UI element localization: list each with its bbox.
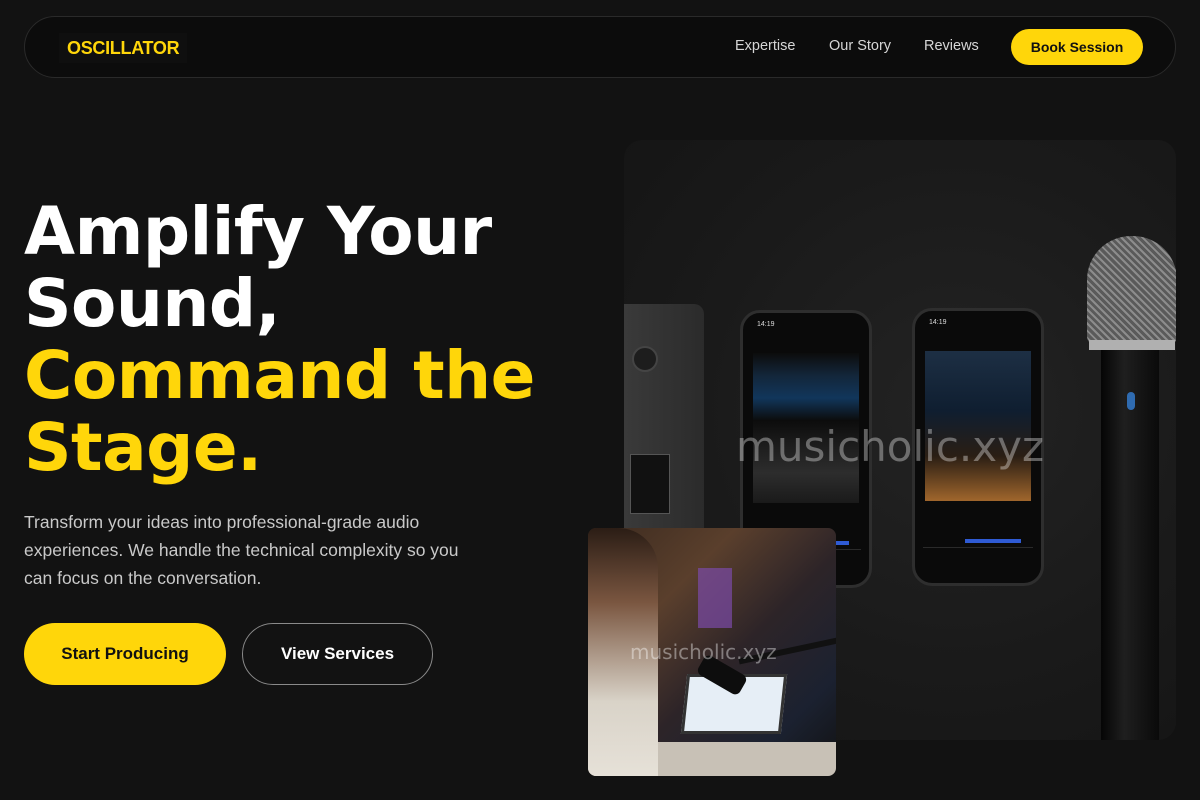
podcaster (588, 528, 658, 776)
book-session-button[interactable]: Book Session (1011, 29, 1143, 65)
microphone-switch (1127, 392, 1135, 410)
background-poster (698, 568, 732, 628)
nav-link-expertise[interactable]: Expertise (735, 38, 795, 54)
microphone (1087, 236, 1176, 740)
phone-right: 14:19 (912, 308, 1044, 586)
phone-status-time: 14:19 (929, 319, 947, 326)
phone-timeline-bar (965, 539, 1021, 543)
hero-headline: Amplify Your Sound, Command the Stage. (24, 196, 584, 484)
nav-link-reviews[interactable]: Reviews (924, 38, 979, 54)
microphone-ring (1089, 340, 1175, 350)
phone-video-preview (753, 353, 859, 503)
microphone-grille (1087, 236, 1176, 346)
nav-link-our-story[interactable]: Our Story (829, 38, 891, 54)
phone-status-time: 14:19 (757, 321, 775, 328)
recorder-knob (632, 346, 658, 372)
mic-arm (738, 637, 836, 665)
headline-line-2: Sound, (24, 265, 281, 342)
recorder-screen (630, 454, 670, 514)
headline-line-4: Stage. (24, 409, 262, 486)
headline-line-3: Command the (24, 337, 535, 414)
hero-description: Transform your ideas into professional-g… (24, 512, 459, 588)
view-services-button[interactable]: View Services (242, 623, 433, 685)
inset-podcast-image: musicholic.xyz (588, 528, 836, 776)
headline-line-1: Amplify Your (24, 193, 492, 270)
start-producing-button[interactable]: Start Producing (24, 623, 226, 685)
brand-logo[interactable]: OSCILLATOR (59, 33, 188, 63)
phone-toolbar (923, 547, 1033, 569)
top-navigation: OSCILLATOR Expertise Our Story Reviews B… (24, 16, 1176, 78)
phone-video-preview (925, 351, 1031, 501)
